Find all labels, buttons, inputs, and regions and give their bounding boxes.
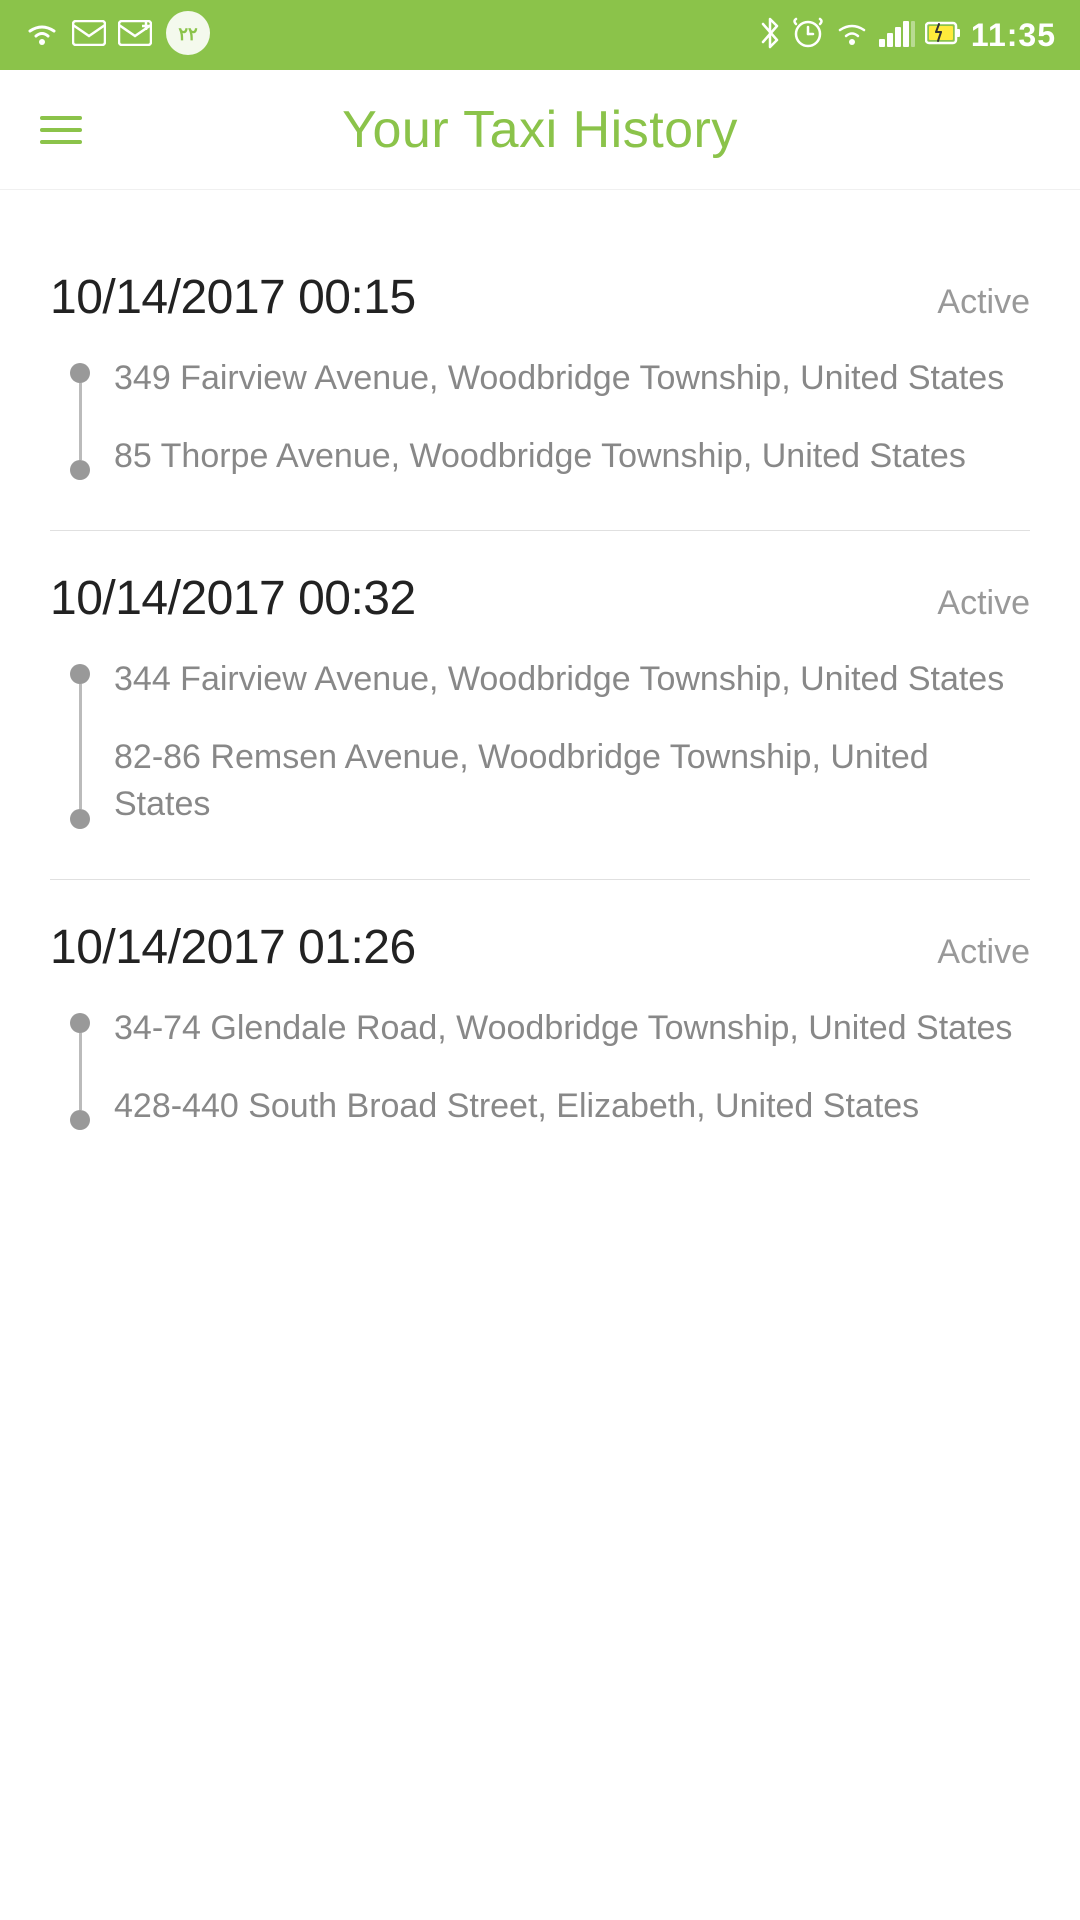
page-title: Your Taxi History <box>342 100 738 160</box>
ride-to-address-1: 85 Thorpe Avenue, Woodbridge Township, U… <box>114 433 1030 481</box>
route-line-3 <box>79 1033 82 1110</box>
status-bar: ۲۲ <box>0 0 1080 70</box>
ride-item-1[interactable]: 10/14/2017 00:15 Active 349 Fairview Ave… <box>50 230 1030 531</box>
ride-route-2: 344 Fairview Avenue, Woodbridge Township… <box>50 656 1030 829</box>
wifi-alt-icon <box>835 19 869 51</box>
route-dot-start-2 <box>70 664 90 684</box>
route-dot-end-2 <box>70 809 90 829</box>
route-connector-1 <box>70 355 90 480</box>
ride-datetime-1: 10/14/2017 00:15 <box>50 270 416 325</box>
svg-text:۲۲: ۲۲ <box>178 24 198 44</box>
ride-from-address-3: 34-74 Glendale Road, Woodbridge Township… <box>114 1005 1030 1053</box>
ride-status-2: Active <box>937 584 1030 623</box>
ride-datetime-3: 10/14/2017 01:26 <box>50 920 416 975</box>
badge-22-icon: ۲۲ <box>164 9 212 61</box>
menu-line-1 <box>40 116 82 120</box>
route-dot-end-1 <box>70 460 90 480</box>
app-header: Your Taxi History <box>0 70 1080 190</box>
route-connector-2 <box>70 656 90 829</box>
ride-route-3: 34-74 Glendale Road, Woodbridge Township… <box>50 1005 1030 1130</box>
ride-route-1: 349 Fairview Avenue, Woodbridge Township… <box>50 355 1030 480</box>
ride-datetime-2: 10/14/2017 00:32 <box>50 571 416 626</box>
status-time: 11:35 <box>971 17 1056 54</box>
wifi-icon <box>24 19 60 51</box>
ride-header-3: 10/14/2017 01:26 Active <box>50 920 1030 975</box>
menu-line-2 <box>40 128 82 132</box>
route-addresses-2: 344 Fairview Avenue, Woodbridge Township… <box>114 656 1030 829</box>
rides-list: 10/14/2017 00:15 Active 349 Fairview Ave… <box>0 190 1080 1240</box>
ride-to-address-3: 428-440 South Broad Street, Elizabeth, U… <box>114 1083 1030 1131</box>
menu-line-3 <box>40 140 82 144</box>
bluetooth-icon <box>759 16 781 54</box>
ride-from-address-2: 344 Fairview Avenue, Woodbridge Township… <box>114 656 1030 704</box>
ride-to-address-2: 82-86 Remsen Avenue, Woodbridge Township… <box>114 734 1030 829</box>
alarm-icon <box>791 16 825 54</box>
route-addresses-1: 349 Fairview Avenue, Woodbridge Township… <box>114 355 1030 480</box>
signal-bars-icon <box>879 19 915 51</box>
menu-button[interactable] <box>40 116 82 144</box>
route-addresses-3: 34-74 Glendale Road, Woodbridge Township… <box>114 1005 1030 1130</box>
ride-item-2[interactable]: 10/14/2017 00:32 Active 344 Fairview Ave… <box>50 531 1030 880</box>
ride-from-address-1: 349 Fairview Avenue, Woodbridge Township… <box>114 355 1030 403</box>
email-icon <box>72 20 106 50</box>
route-dot-start-1 <box>70 363 90 383</box>
ride-status-1: Active <box>937 283 1030 322</box>
route-dot-end-3 <box>70 1110 90 1130</box>
email-alt-icon <box>118 20 152 50</box>
ride-header-1: 10/14/2017 00:15 Active <box>50 270 1030 325</box>
status-bar-right-icons: 11:35 <box>759 16 1056 54</box>
status-bar-left-icons: ۲۲ <box>24 9 212 61</box>
ride-item-3[interactable]: 10/14/2017 01:26 Active 34-74 Glendale R… <box>50 880 1030 1180</box>
ride-status-3: Active <box>937 933 1030 972</box>
ride-header-2: 10/14/2017 00:32 Active <box>50 571 1030 626</box>
battery-icon <box>925 19 961 51</box>
route-line-2 <box>79 684 82 809</box>
route-connector-3 <box>70 1005 90 1130</box>
route-line-1 <box>79 383 82 460</box>
route-dot-start-3 <box>70 1013 90 1033</box>
